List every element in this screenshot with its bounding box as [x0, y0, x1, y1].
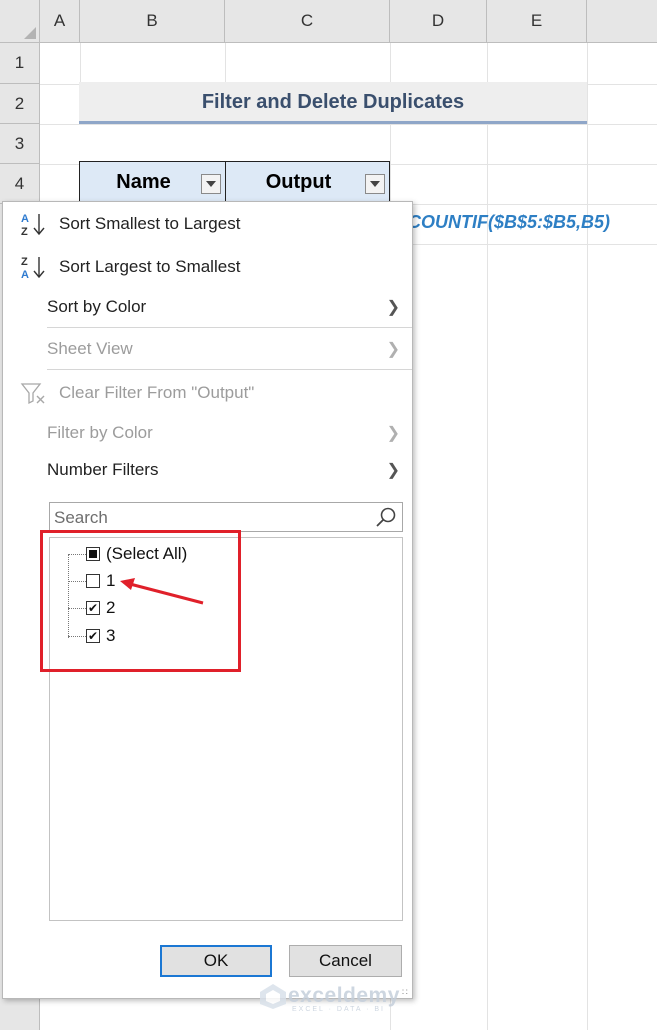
- menu-sort-ascending-label: Sort Smallest to Largest: [59, 214, 241, 233]
- output-filter-dropdown-button[interactable]: [365, 174, 385, 194]
- name-header-cell[interactable]: Name: [79, 161, 226, 203]
- menu-sort-by-color[interactable]: Sort by Color ❯: [3, 289, 412, 325]
- sheet-title: Filter and Delete Duplicates: [79, 82, 587, 122]
- chevron-right-icon: ❯: [386, 341, 400, 358]
- gridline: [40, 124, 657, 125]
- watermark: exceldemy EXCEL · DATA · BI: [258, 982, 400, 1013]
- column-header-a[interactable]: A: [40, 0, 80, 43]
- gridline: [587, 43, 588, 1030]
- menu-filter-by-color[interactable]: Filter by Color ❯: [3, 415, 412, 451]
- watermark-name: exceldemy: [288, 984, 400, 1007]
- menu-sort-by-color-label: Sort by Color: [47, 297, 147, 316]
- arrow-icon: [120, 578, 204, 605]
- sort-ascending-icon: A Z: [21, 213, 45, 238]
- cancel-button[interactable]: Cancel: [289, 945, 402, 977]
- dropdown-arrow-icon: [370, 181, 380, 187]
- ok-button[interactable]: OK: [160, 945, 272, 977]
- column-header-overflow: [587, 0, 657, 43]
- svg-text:Z: Z: [21, 256, 28, 268]
- row-header-1[interactable]: 1: [0, 43, 40, 84]
- menu-clear-filter-label: Clear Filter From "Output": [59, 383, 255, 402]
- exceldemy-logo-icon: [260, 984, 286, 1009]
- menu-sheet-view[interactable]: Sheet View ❯: [3, 331, 412, 367]
- svg-text:Z: Z: [21, 226, 28, 238]
- menu-sheet-view-label: Sheet View: [47, 339, 133, 358]
- sort-descending-icon: Z A: [21, 256, 45, 281]
- menu-sort-ascending[interactable]: A Z Sort Smallest to Largest: [3, 206, 412, 242]
- svg-text:A: A: [21, 213, 29, 225]
- output-header-cell[interactable]: Output: [225, 161, 390, 203]
- chevron-right-icon: ❯: [386, 462, 400, 479]
- menu-sort-descending-label: Sort Largest to Smallest: [59, 257, 241, 276]
- gridline: [80, 43, 81, 83]
- corner-triangle-icon: [24, 27, 36, 39]
- title-underline: [79, 121, 587, 124]
- menu-filter-by-color-label: Filter by Color: [47, 423, 153, 442]
- menu-sort-descending[interactable]: Z A Sort Largest to Smallest: [3, 249, 412, 285]
- select-all-corner[interactable]: [0, 0, 40, 43]
- gridline: [487, 43, 488, 1030]
- menu-number-filters-label: Number Filters: [47, 460, 159, 479]
- resize-grip-icon[interactable]: ∷: [402, 988, 410, 997]
- chevron-right-icon: ❯: [386, 425, 400, 442]
- filter-search-placeholder: Search: [54, 508, 108, 527]
- row-header-4[interactable]: 4: [0, 164, 40, 204]
- name-filter-dropdown-button[interactable]: [201, 174, 221, 194]
- chevron-right-icon: ❯: [386, 299, 400, 316]
- column-header-c[interactable]: C: [225, 0, 390, 43]
- gridline: [225, 43, 226, 83]
- row-header-2[interactable]: 2: [0, 84, 40, 124]
- menu-number-filters[interactable]: Number Filters ❯: [3, 452, 412, 488]
- column-header-b[interactable]: B: [80, 0, 225, 43]
- dropdown-arrow-icon: [206, 181, 216, 187]
- clear-filter-icon: [20, 383, 45, 405]
- column-header-d[interactable]: D: [390, 0, 487, 43]
- watermark-tagline: EXCEL · DATA · BI: [292, 1006, 385, 1013]
- filter-search-box[interactable]: Search: [49, 502, 403, 532]
- menu-separator: [47, 327, 412, 328]
- row-header-3[interactable]: 3: [0, 124, 40, 164]
- menu-clear-filter[interactable]: Clear Filter From "Output": [3, 375, 412, 411]
- search-icon[interactable]: [374, 506, 398, 530]
- svg-text:A: A: [21, 269, 29, 281]
- menu-separator: [47, 369, 412, 370]
- formula-text: COUNTIF($B$5:$B5,B5): [408, 212, 611, 232]
- column-header-e[interactable]: E: [487, 0, 587, 43]
